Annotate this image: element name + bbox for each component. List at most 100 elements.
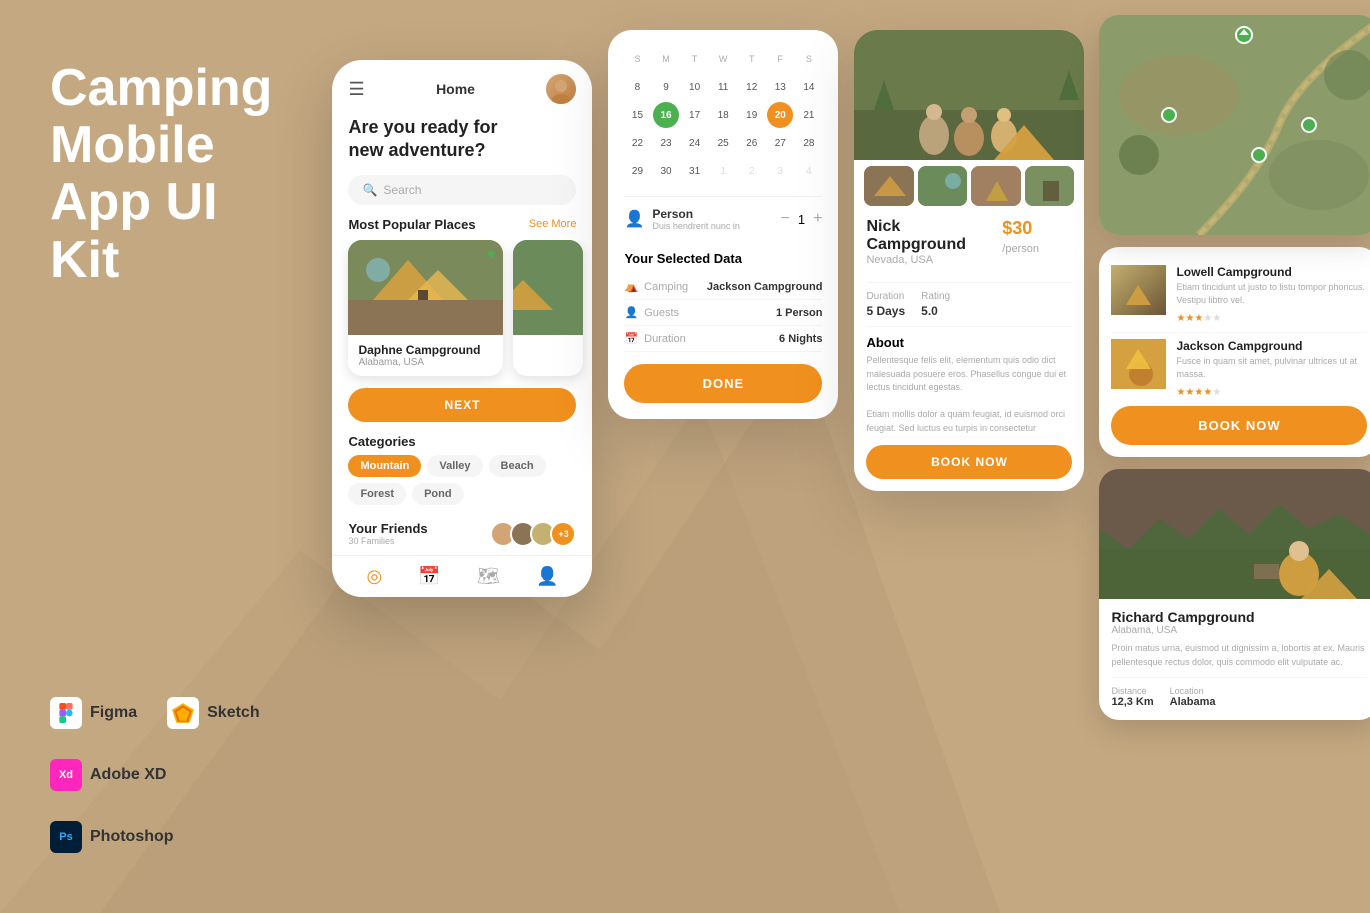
cal-day-31[interactable]: 31 xyxy=(682,158,708,184)
detail-stats: Duration 5 Days Rating 5.0 xyxy=(866,282,1072,327)
jackson-stars: ★★★★★ xyxy=(1176,382,1367,400)
rating-value: 5.0 xyxy=(921,304,950,318)
categories-section: Categories Mountain Valley Beach Forest … xyxy=(332,434,592,517)
detail-hero-image xyxy=(854,30,1084,160)
camping-icon: ⛺ xyxy=(624,280,638,293)
cal-day-n3: 3 xyxy=(767,158,793,184)
hamburger-icon[interactable]: ☰ xyxy=(348,79,364,100)
selected-data-title: Your Selected Data xyxy=(624,251,822,266)
done-button[interactable]: DONE xyxy=(624,364,822,403)
guests-label: Guests xyxy=(644,307,679,319)
person-icon: 👤 xyxy=(624,209,644,229)
richard-location-stat: Location Alabama xyxy=(1170,686,1216,708)
cal-day-22[interactable]: 22 xyxy=(624,130,650,156)
duration-icon: 📅 xyxy=(624,332,638,345)
figma-icon xyxy=(50,697,82,729)
detail-panel: Nick Campground Nevada, USA $30 /person … xyxy=(854,30,1084,491)
duration-value: 6 Nights xyxy=(779,333,822,345)
place-image-richard xyxy=(513,240,583,335)
cat-valley[interactable]: Valley xyxy=(427,455,482,477)
location-label: Location xyxy=(1170,686,1216,696)
cal-day-14[interactable]: 14 xyxy=(796,74,822,100)
guests-value: 1 Person xyxy=(776,307,822,319)
cglist-lowell: Lowell Campground Etiam tincidunt ut jus… xyxy=(1111,259,1367,332)
richard-distance: Distance 12,3 Km xyxy=(1111,686,1153,708)
cat-pond[interactable]: Pond xyxy=(412,483,464,505)
cal-header-t2: T xyxy=(739,46,765,72)
cal-day-16[interactable]: 16 xyxy=(653,102,679,128)
cal-header-f: F xyxy=(767,46,793,72)
cal-day-15[interactable]: 15 xyxy=(624,102,650,128)
xd-icon: Xd xyxy=(50,759,82,791)
detail-content: Nick Campground Nevada, USA $30 /person … xyxy=(854,212,1084,491)
cal-day-21[interactable]: 21 xyxy=(796,102,822,128)
thumb-2[interactable] xyxy=(918,166,968,206)
cal-day-23[interactable]: 23 xyxy=(653,130,679,156)
friends-avatars: +3 xyxy=(496,521,576,547)
cal-day-8[interactable]: 8 xyxy=(624,74,650,100)
ps-label: Photoshop xyxy=(90,828,174,846)
cat-forest[interactable]: Forest xyxy=(348,483,406,505)
cal-header-t1: T xyxy=(682,46,708,72)
footer-map-icon[interactable]: 🗺 xyxy=(477,566,500,587)
xd-label: Adobe XD xyxy=(90,766,166,784)
see-more-link[interactable]: See More xyxy=(529,218,577,230)
person-sublabel: Duis hendrerit nunc in xyxy=(652,221,740,231)
cal-header-s1: S xyxy=(624,46,650,72)
footer-profile-icon[interactable]: 👤 xyxy=(536,566,558,587)
cal-day-12[interactable]: 12 xyxy=(739,74,765,100)
hero-title: Camping Mobile App UI Kit xyxy=(50,60,272,289)
next-button[interactable]: NEXT xyxy=(348,388,576,422)
thumb-3[interactable] xyxy=(971,166,1021,206)
favorite-icon[interactable]: ♥ xyxy=(487,246,495,262)
cal-day-17[interactable]: 17 xyxy=(682,102,708,128)
cal-day-10[interactable]: 10 xyxy=(682,74,708,100)
cal-day-9[interactable]: 9 xyxy=(653,74,679,100)
book-now-button-list[interactable]: BOOK NOW xyxy=(1111,406,1367,445)
duration-value: 5 Days xyxy=(866,304,905,318)
cal-day-27[interactable]: 27 xyxy=(767,130,793,156)
richard-card: Richard Campground Alabama, USA Proin ma… xyxy=(1099,469,1370,720)
tool-ps: Ps Photoshop xyxy=(50,821,174,853)
cal-day-25[interactable]: 25 xyxy=(710,130,736,156)
user-avatar xyxy=(546,74,576,104)
increment-button[interactable]: + xyxy=(813,210,822,228)
tool-sketch: Sketch xyxy=(167,697,259,729)
decrement-button[interactable]: − xyxy=(781,210,790,228)
detail-price: $30 xyxy=(1002,218,1032,238)
map-card xyxy=(1099,15,1370,235)
guests-icon: 👤 xyxy=(624,306,638,319)
categories-title: Categories xyxy=(348,434,576,449)
cal-day-20[interactable]: 20 xyxy=(767,102,793,128)
footer-explore-icon[interactable]: ◎ xyxy=(367,566,383,587)
cat-mountain[interactable]: Mountain xyxy=(348,455,421,477)
cat-beach[interactable]: Beach xyxy=(489,455,546,477)
left-panel: Camping Mobile App UI Kit Figma xyxy=(0,0,322,913)
cal-day-24[interactable]: 24 xyxy=(682,130,708,156)
search-bar[interactable]: 🔍 Search xyxy=(348,175,576,205)
phone-home-title: Home xyxy=(436,81,475,97)
cal-day-26[interactable]: 26 xyxy=(739,130,765,156)
cal-day-19[interactable]: 19 xyxy=(739,102,765,128)
thumb-4[interactable] xyxy=(1025,166,1075,206)
lowell-name: Lowell Campground xyxy=(1176,265,1367,279)
richard-hero-image xyxy=(1099,469,1370,599)
cal-day-11[interactable]: 11 xyxy=(710,74,736,100)
place-location: Alabama, USA xyxy=(358,357,493,368)
search-placeholder: Search xyxy=(383,183,421,197)
sketch-label: Sketch xyxy=(207,704,259,722)
popular-section-header: Most Popular Places See More xyxy=(332,217,592,240)
cal-day-29[interactable]: 29 xyxy=(624,158,650,184)
book-now-button-detail[interactable]: BOOK NOW xyxy=(866,445,1072,479)
cal-day-13[interactable]: 13 xyxy=(767,74,793,100)
lowell-thumb xyxy=(1111,265,1166,315)
cal-day-18[interactable]: 18 xyxy=(710,102,736,128)
cal-day-30[interactable]: 30 xyxy=(653,158,679,184)
thumb-1[interactable] xyxy=(864,166,914,206)
places-scroll: ♥ Daphne Campground Alabama, USA xyxy=(332,240,592,388)
phone-mockup: ☰ Home Are you ready fornew adventure? 🔍… xyxy=(332,60,592,597)
rating-label: Rating xyxy=(921,291,950,302)
search-icon: 🔍 xyxy=(362,183,377,197)
footer-calendar-icon[interactable]: 📅 xyxy=(418,566,440,587)
cal-day-28[interactable]: 28 xyxy=(796,130,822,156)
